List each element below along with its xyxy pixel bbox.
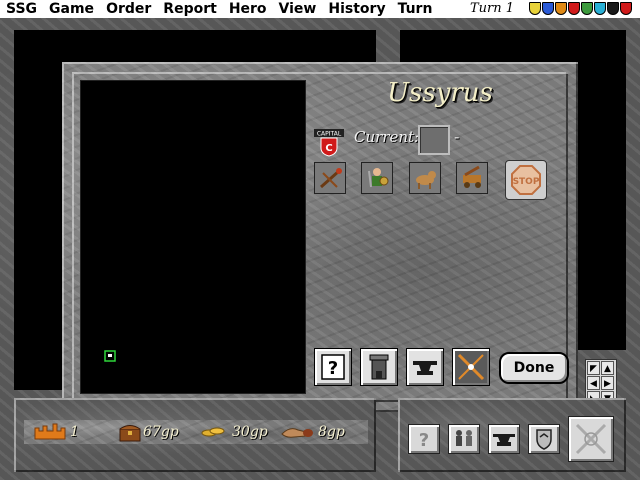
catapult-like-unit-icon bbox=[320, 168, 342, 189]
end-turn-button[interactable] bbox=[568, 416, 614, 462]
build-defense-button[interactable] bbox=[360, 348, 398, 386]
cities-castle-icon bbox=[34, 423, 66, 440]
svg-text:?: ? bbox=[419, 430, 429, 451]
stop-label: STOP bbox=[513, 177, 540, 187]
stop-sign-icon: STOP bbox=[511, 165, 541, 195]
scroll-up-arrow-icon[interactable]: ▲ bbox=[601, 361, 614, 375]
menu-hero[interactable]: Hero bbox=[223, 0, 273, 18]
production-unit-2[interactable] bbox=[361, 162, 393, 194]
capital-badge-icon: CAPITAL C bbox=[314, 129, 344, 157]
production-unit-4[interactable] bbox=[456, 162, 488, 194]
crossed-swords-icon bbox=[575, 423, 607, 455]
upkeep-hand-icon bbox=[281, 428, 313, 438]
menu-order[interactable]: Order bbox=[100, 0, 157, 18]
info-button[interactable]: ? bbox=[408, 424, 440, 454]
scroll-right-arrow-icon[interactable]: ▶ bbox=[601, 376, 614, 390]
menu-history[interactable]: History bbox=[322, 0, 391, 18]
turn-label: Turn bbox=[470, 1, 502, 16]
menu-ssg[interactable]: SSG bbox=[0, 0, 43, 18]
turn-number: 1 bbox=[505, 1, 515, 16]
player-shield-icon bbox=[568, 2, 580, 15]
city-info-button[interactable]: ? bbox=[314, 348, 352, 386]
stop-production-button[interactable]: STOP bbox=[505, 160, 547, 200]
player-shield-icon bbox=[529, 2, 541, 15]
gold-income: 30gp bbox=[232, 424, 268, 440]
city-marker-icon[interactable] bbox=[104, 350, 116, 362]
current-production-slot[interactable] bbox=[418, 125, 450, 155]
current-production-label: Current: bbox=[354, 128, 420, 146]
capital-badge-letter: C bbox=[325, 143, 332, 154]
tower-icon bbox=[369, 354, 389, 380]
army-button[interactable] bbox=[448, 424, 480, 454]
anvil-icon bbox=[493, 434, 515, 446]
question-mark-icon: ? bbox=[419, 430, 429, 451]
vector-units-button[interactable] bbox=[452, 348, 490, 386]
question-scroll-icon: ? bbox=[321, 354, 345, 380]
svg-text:?: ? bbox=[328, 358, 338, 379]
capital-badge-text: CAPITAL bbox=[317, 131, 342, 138]
cities-count: 1 bbox=[70, 424, 79, 440]
city-minimap[interactable] bbox=[80, 80, 306, 394]
anvil-icon bbox=[413, 361, 437, 375]
menu-view[interactable]: View bbox=[273, 0, 323, 18]
player-shield-icon bbox=[607, 2, 619, 15]
dwarf-warrior-icon bbox=[368, 168, 389, 188]
siege-unit-icon bbox=[463, 165, 481, 188]
scroll-left-arrow-icon[interactable]: ◀ bbox=[587, 376, 600, 390]
treasure-chest-icon bbox=[119, 425, 141, 442]
shield-icon bbox=[536, 429, 552, 450]
menu-game[interactable]: Game bbox=[43, 0, 100, 18]
buy-production-button[interactable] bbox=[406, 348, 444, 386]
menu-turn[interactable]: Turn bbox=[392, 0, 439, 18]
production-unit-3[interactable] bbox=[409, 162, 441, 194]
soldiers-icon bbox=[456, 430, 472, 446]
gold-upkeep: 8gp bbox=[318, 424, 345, 440]
gold-treasury: 67gp bbox=[143, 424, 179, 440]
wolf-icon bbox=[416, 171, 436, 189]
production-button[interactable] bbox=[488, 424, 520, 454]
menu-report[interactable]: Report bbox=[157, 0, 223, 18]
player-shield-icon bbox=[620, 2, 632, 15]
scroll-up-left-arrow-icon[interactable]: ◤ bbox=[587, 361, 600, 375]
player-shield-icon bbox=[594, 2, 606, 15]
production-unit-1[interactable] bbox=[314, 162, 346, 194]
defense-button[interactable] bbox=[528, 424, 560, 454]
done-button[interactable]: Done bbox=[499, 352, 569, 384]
vector-arrow-icon bbox=[457, 353, 485, 381]
turn-indicator: Turn 1 bbox=[470, 0, 514, 18]
player-shield-icon bbox=[542, 2, 554, 15]
gold-coins-icon bbox=[201, 427, 225, 437]
player-shield-icon bbox=[555, 2, 567, 15]
current-production-value: - bbox=[454, 127, 460, 146]
city-name: Ussyrus bbox=[387, 78, 493, 108]
player-shield-icon bbox=[581, 2, 593, 15]
